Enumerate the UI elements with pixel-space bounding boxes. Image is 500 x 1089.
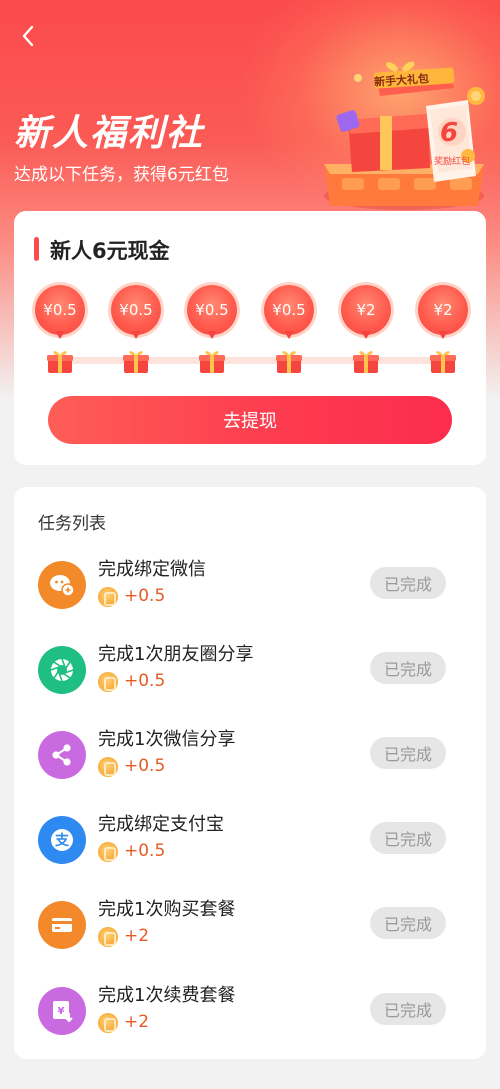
- svg-text:¥: ¥: [58, 1006, 65, 1017]
- reward-card: 新人6元现金 ¥0.5 ¥0.5 ¥0.5 ¥0.5 ¥2 ¥2 去提现: [14, 211, 486, 465]
- coupon-amount: 6: [440, 118, 459, 148]
- reward-milestone: ¥0.5: [34, 285, 86, 379]
- gift-icon: [276, 351, 302, 373]
- task-row[interactable]: 支 完成绑定支付宝 +0.5 已完成: [14, 810, 486, 870]
- task-name: 完成绑定微信: [98, 559, 206, 580]
- milestone-amount: ¥0.5: [187, 285, 237, 335]
- status-badge[interactable]: 已完成: [370, 822, 446, 854]
- task-list-card: 任务列表 完成绑定微信 +0.5 已完成 完成1次朋友圈分享 +0.5 已完成 完成1次微信…: [14, 487, 486, 1059]
- balloon-tail: [438, 331, 448, 339]
- moments-icon: [38, 646, 86, 694]
- milestone-amount: ¥0.5: [111, 285, 161, 335]
- milestone-amount: ¥2: [418, 285, 468, 335]
- renew-icon: ¥: [38, 987, 86, 1035]
- reward-milestone: ¥0.5: [186, 285, 238, 379]
- gift-icon: [123, 351, 149, 373]
- page-subtitle: 达成以下任务，获得6元红包: [14, 165, 229, 185]
- reward-milestone: ¥2: [340, 285, 392, 379]
- coin-icon: [98, 927, 118, 947]
- svg-text:支: 支: [54, 832, 70, 849]
- task-row[interactable]: ¥ 完成1次续费套餐 +2 已完成: [14, 981, 486, 1041]
- reward-milestone: ¥0.5: [110, 285, 162, 379]
- back-button[interactable]: [14, 20, 42, 52]
- wechat-icon: [38, 561, 86, 609]
- coin-icon: [98, 672, 118, 692]
- status-badge[interactable]: 已完成: [370, 907, 446, 939]
- coupon-label: 奖励红包: [434, 157, 471, 167]
- balloon-tail: [55, 331, 65, 339]
- milestone-amount: ¥0.5: [35, 285, 85, 335]
- task-name: 完成1次续费套餐: [98, 985, 236, 1006]
- task-row[interactable]: 完成1次朋友圈分享 +0.5 已完成: [14, 640, 486, 700]
- task-row[interactable]: 完成绑定微信 +0.5 已完成: [14, 555, 486, 615]
- balloon-tail: [361, 331, 371, 339]
- task-reward: +2: [124, 1012, 150, 1032]
- coin-icon: [98, 1013, 118, 1033]
- reward-card-title: 新人6元现金: [50, 239, 170, 263]
- task-reward: +2: [124, 926, 150, 946]
- task-name: 完成1次购买套餐: [98, 899, 236, 920]
- status-badge[interactable]: 已完成: [370, 652, 446, 684]
- chevron-left-icon: [22, 25, 34, 47]
- task-list-title: 任务列表: [38, 514, 106, 534]
- status-badge[interactable]: 已完成: [370, 993, 446, 1025]
- status-badge[interactable]: 已完成: [370, 567, 446, 599]
- task-reward: +0.5: [124, 671, 166, 691]
- task-name: 完成1次朋友圈分享: [98, 644, 254, 665]
- coin-icon: [98, 587, 118, 607]
- balloon-tail: [131, 331, 141, 339]
- reward-milestone: ¥2: [417, 285, 469, 379]
- task-reward: +0.5: [124, 586, 166, 606]
- reward-milestone: ¥0.5: [263, 285, 315, 379]
- gift-icon: [47, 351, 73, 373]
- task-row[interactable]: 完成1次购买套餐 +2 已完成: [14, 895, 486, 955]
- coin-icon: [98, 842, 118, 862]
- section-accent-bar: [34, 237, 39, 261]
- status-badge[interactable]: 已完成: [370, 737, 446, 769]
- milestone-amount: ¥0.5: [264, 285, 314, 335]
- milestone-amount: ¥2: [341, 285, 391, 335]
- card-icon: [38, 901, 86, 949]
- balloon-tail: [284, 331, 294, 339]
- gift-icon: [199, 351, 225, 373]
- share-icon: [38, 731, 86, 779]
- task-row[interactable]: 完成1次微信分享 +0.5 已完成: [14, 725, 486, 785]
- task-name: 完成1次微信分享: [98, 729, 236, 750]
- gift-icon: [353, 351, 379, 373]
- task-reward: +0.5: [124, 841, 166, 861]
- coin-icon: [98, 757, 118, 777]
- balloon-tail: [207, 331, 217, 339]
- alipay-icon: 支: [38, 816, 86, 864]
- task-reward: +0.5: [124, 756, 166, 776]
- page-title: 新人福利社: [14, 113, 205, 154]
- gift-icon: [430, 351, 456, 373]
- task-name: 完成绑定支付宝: [98, 814, 224, 835]
- withdraw-button[interactable]: 去提现: [48, 396, 452, 444]
